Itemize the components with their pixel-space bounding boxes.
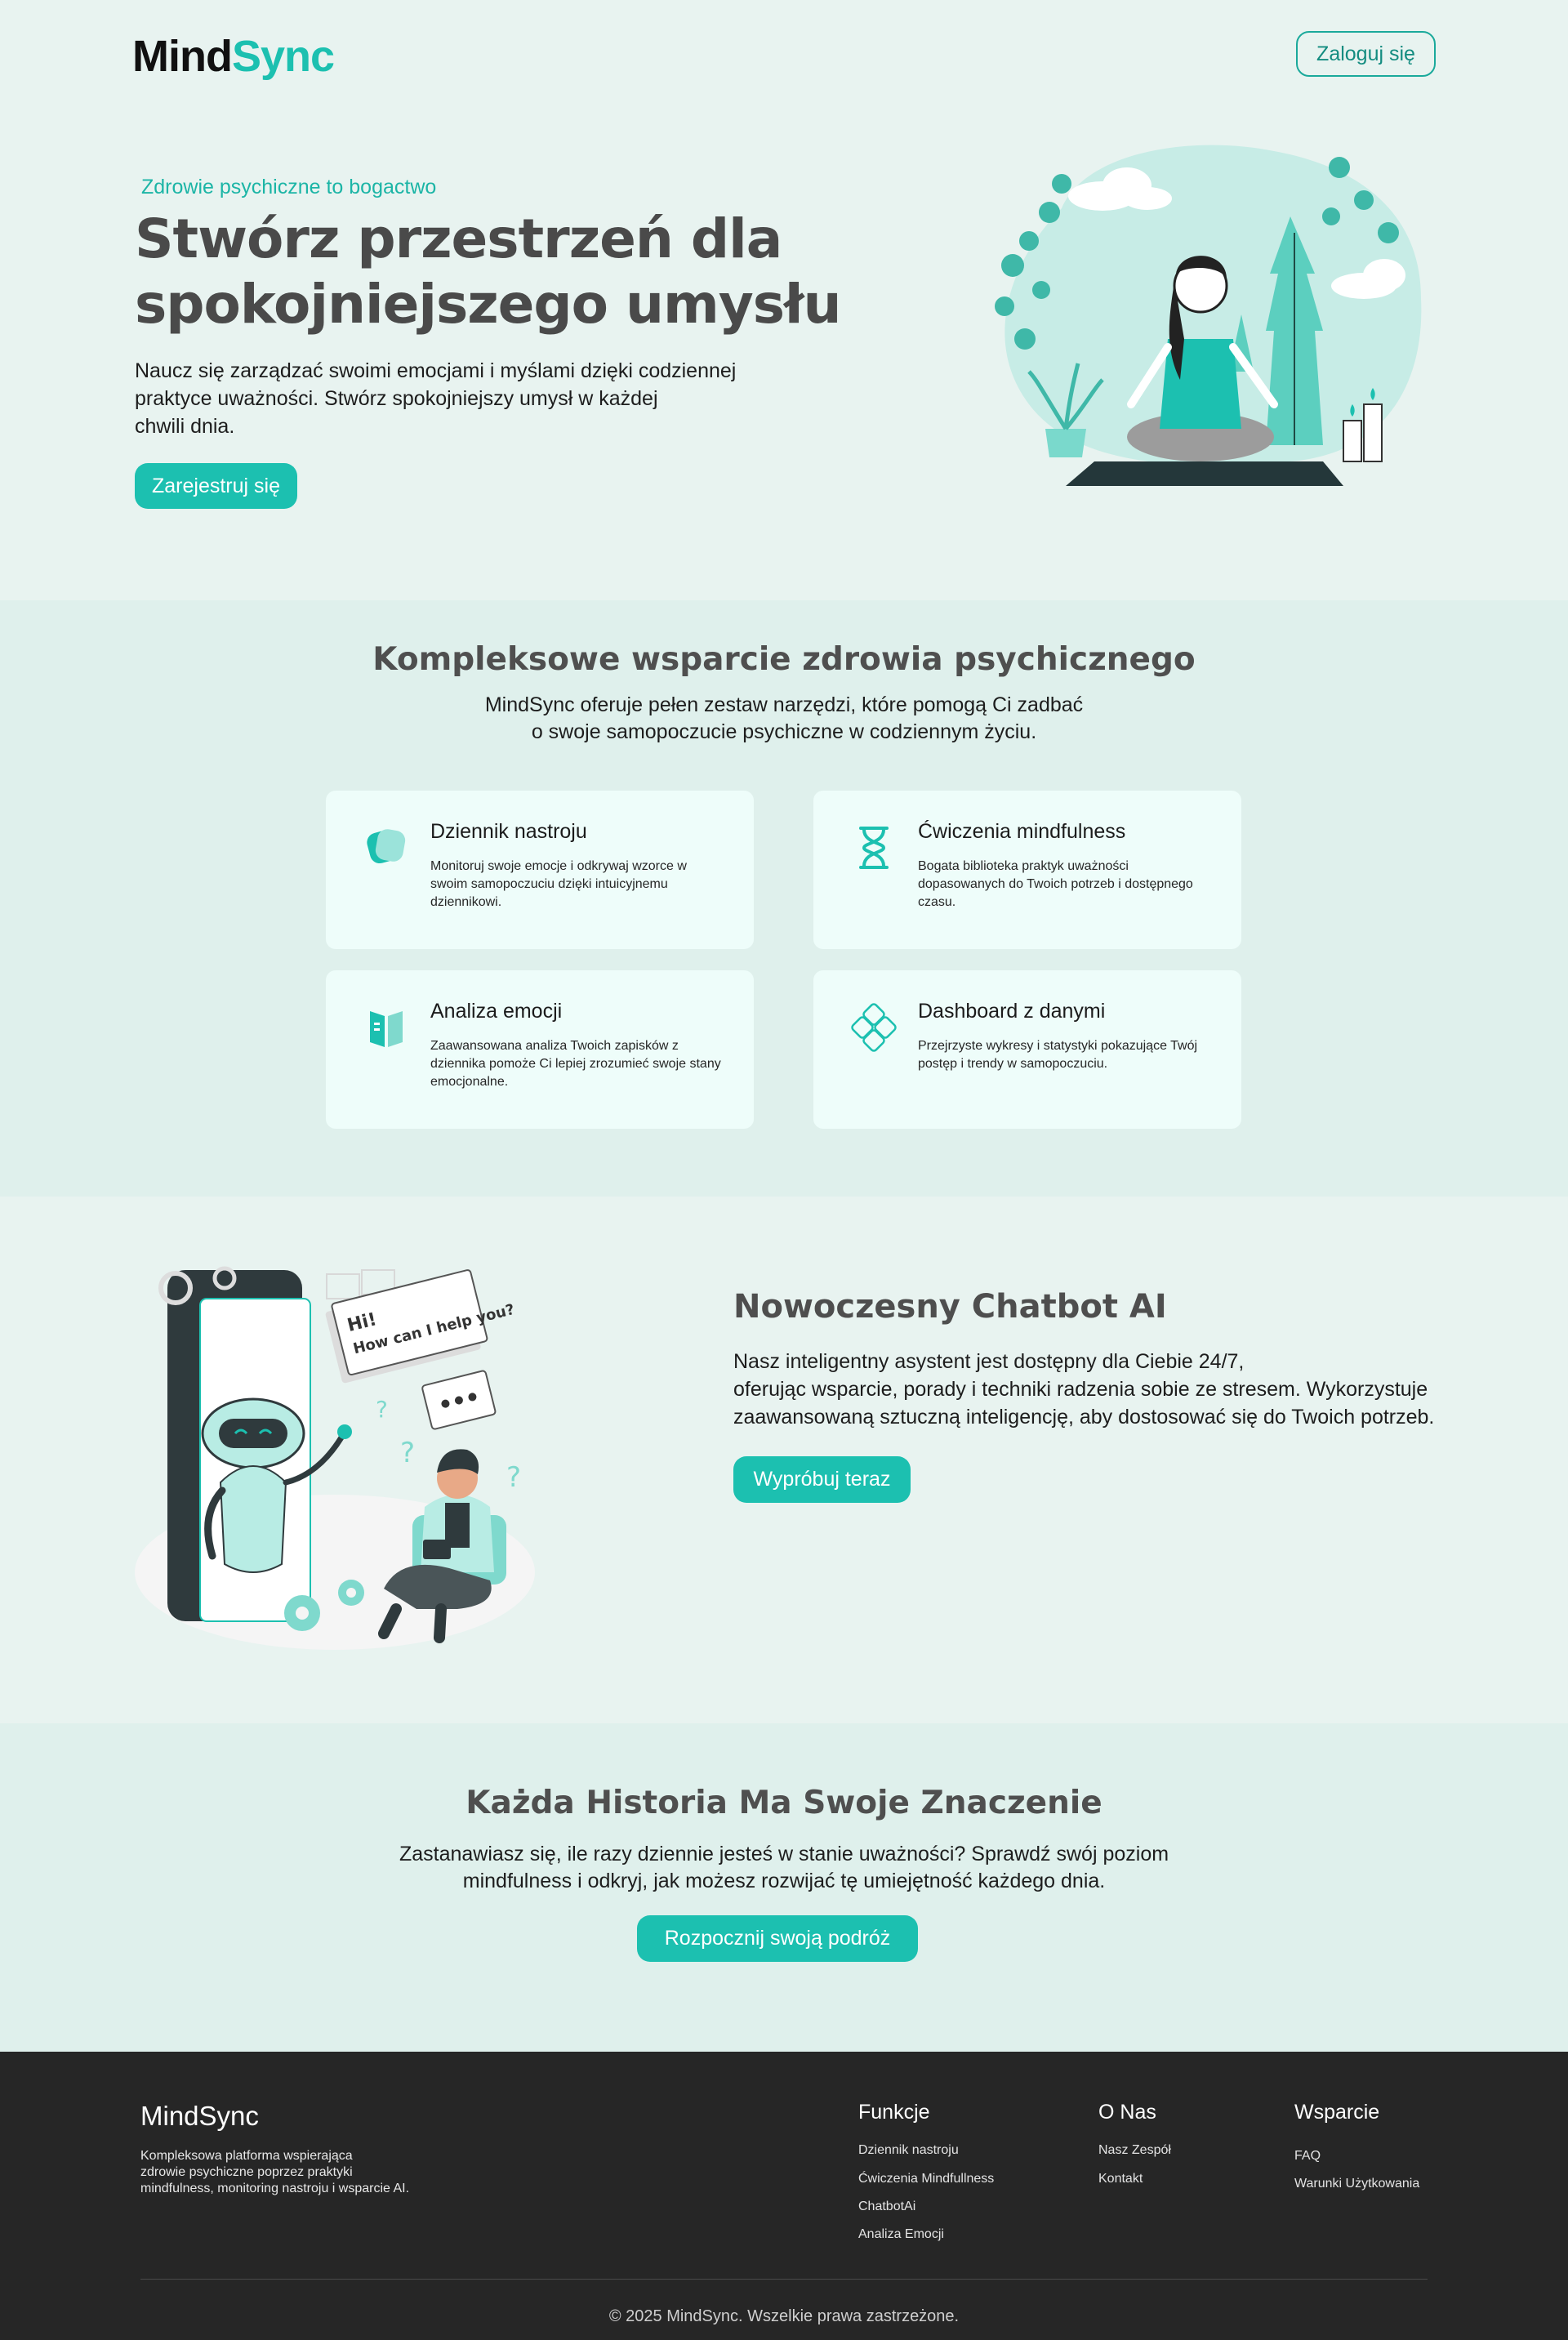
footer-link-chatbot[interactable]: ChatbotAi xyxy=(858,2200,915,2214)
footer-link-mood-journal[interactable]: Dziennik nastroju xyxy=(858,2143,959,2158)
footer-copyright: © 2025 MindSync. Wszelkie prawa zastrzeż… xyxy=(608,2307,960,2325)
hourglass-icon xyxy=(859,827,889,869)
features-subtitle: MindSync oferuje pełen zestaw narzędzi, … xyxy=(457,692,1111,746)
feature-card-desc: Bogata biblioteka praktyk uważności dopa… xyxy=(918,859,1193,909)
book-icon xyxy=(370,1011,403,1047)
svg-text:?: ? xyxy=(400,1437,415,1469)
hero-tagline: Zdrowie psychiczne to bogactwo xyxy=(141,176,437,198)
footer-divider xyxy=(140,2279,1428,2280)
hero-description: Naucz się zarządzać swoimi emocjami i my… xyxy=(135,357,755,440)
footer-desc-line2: zdrowie psychiczne poprzez praktyki xyxy=(140,2165,353,2179)
svg-text:?: ? xyxy=(376,1396,388,1423)
site-footer: MindSync Kompleksowa platforma wspierają… xyxy=(0,2052,1568,2340)
mood-journal-icon xyxy=(367,829,406,864)
feature-card-mindfulness[interactable]: Ćwiczenia mindfulness Bogata biblioteka … xyxy=(813,791,1241,949)
features-section: Kompleksowe wsparcie zdrowia psychiczneg… xyxy=(0,600,1568,1197)
footer-col-title-support: Wsparcie xyxy=(1294,2101,1380,2124)
story-title: Każda Historia Ma Swoje Znaczenie xyxy=(466,1785,1102,1821)
footer-link-team[interactable]: Nasz Zespół xyxy=(1098,2143,1171,2158)
footer-description: Kompleksowa platforma wspierająca zdrowi… xyxy=(140,2148,451,2197)
meditation-illustration xyxy=(995,145,1422,486)
logo[interactable]: MindSync xyxy=(132,31,335,82)
footer-col-title-features: Funkcje xyxy=(858,2101,930,2124)
feature-card-title: Analiza emocji xyxy=(430,1000,563,1023)
chatbot-description: Nasz inteligentny asystent jest dostępny… xyxy=(733,1348,1452,1431)
footer-brand[interactable]: MindSync xyxy=(140,2101,259,2132)
register-button[interactable]: Zarejestruj się xyxy=(135,463,297,509)
feature-card-title: Ćwiczenia mindfulness xyxy=(918,820,1126,843)
try-now-button[interactable]: Wypróbuj teraz xyxy=(733,1456,911,1503)
feature-card-desc: Przejrzyste wykresy i statystyki pokazuj… xyxy=(918,1039,1198,1071)
story-subtitle-line2: mindfulness i odkryj, jak możesz rozwija… xyxy=(462,1870,1106,1892)
footer-link-emotion-analysis[interactable]: Analiza Emocji xyxy=(858,2227,944,2242)
hero-desc-line1: Naucz się zarządzać swoimi emocjami i my… xyxy=(135,359,737,382)
footer-link-faq[interactable]: FAQ xyxy=(1294,2149,1321,2164)
login-button[interactable]: Zaloguj się xyxy=(1296,31,1436,77)
chatbot-title: Nowoczesny Chatbot AI xyxy=(733,1288,1167,1326)
feature-card-title: Dashboard z danymi xyxy=(918,1000,1106,1023)
hero-section: Zdrowie psychiczne to bogactwo Stwórz pr… xyxy=(0,110,1568,600)
features-subtitle-line2: o swoje samopoczucie psychiczne w codzie… xyxy=(531,720,1037,743)
hero-desc-line3: chwili dnia. xyxy=(135,415,235,438)
chatbot-desc-line2: oferując wsparcie, porady i techniki rad… xyxy=(733,1378,1428,1401)
hero-title: Stwórz przestrzeń dla spokojniejszego um… xyxy=(135,207,870,337)
footer-link-terms[interactable]: Warunki Użytkowania xyxy=(1294,2177,1419,2191)
feature-card-title: Dziennik nastroju xyxy=(430,820,587,843)
chatbot-desc-line1: Nasz inteligentny asystent jest dostępny… xyxy=(733,1350,1245,1373)
hero-title-line1: Stwórz przestrzeń dla xyxy=(135,207,782,270)
feature-card-mood-journal[interactable]: Dziennik nastroju Monitoruj swoje emocje… xyxy=(326,791,754,949)
hero-title-line2: spokojniejszego umysłu xyxy=(135,273,842,336)
logo-sync: Sync xyxy=(231,32,335,81)
feature-card-emotion-analysis[interactable]: Analiza emocji Zaawansowana analiza Twoi… xyxy=(326,970,754,1129)
feature-card-desc: Monitoruj swoje emocje i odkrywaj wzorce… xyxy=(430,859,687,909)
logo-mind: Mind xyxy=(132,32,233,81)
story-section: Każda Historia Ma Swoje Znaczenie Zastan… xyxy=(0,1723,1568,2052)
chatbot-desc-line3: zaawansowaną sztuczną inteligencję, aby … xyxy=(733,1406,1435,1429)
footer-desc-line1: Kompleksowa platforma wspierająca xyxy=(140,2149,353,2163)
footer-link-contact[interactable]: Kontakt xyxy=(1098,2172,1143,2186)
chatbot-section: Hi! How can I help you? ? ? ? Nowoczesny… xyxy=(0,1197,1568,1723)
svg-text:?: ? xyxy=(506,1461,521,1494)
dashboard-diamond-icon xyxy=(851,1003,897,1052)
site-header: MindSync Zaloguj się xyxy=(0,0,1568,110)
story-subtitle-line1: Zastanawiasz się, ile razy dziennie jest… xyxy=(399,1843,1169,1865)
hero-desc-line2: praktyce uważności. Stwórz spokojniejszy… xyxy=(135,387,658,410)
footer-desc-line3: mindfulness, monitoring nastroju i wspar… xyxy=(140,2182,410,2195)
story-subtitle: Zastanawiasz się, ile razy dziennie jest… xyxy=(376,1841,1192,1895)
chatbot-illustration: Hi! How can I help you? ? ? ? xyxy=(135,1266,535,1650)
footer-link-mindfulness[interactable]: Ćwiczenia Mindfullness xyxy=(858,2172,994,2186)
features-title: Kompleksowe wsparcie zdrowia psychiczneg… xyxy=(372,641,1196,678)
feature-card-dashboard[interactable]: Dashboard z danymi Przejrzyste wykresy i… xyxy=(813,970,1241,1129)
feature-card-desc: Zaawansowana analiza Twoich zapisków z d… xyxy=(430,1039,721,1089)
footer-col-title-about: O Nas xyxy=(1098,2101,1156,2124)
features-subtitle-line1: MindSync oferuje pełen zestaw narzędzi, … xyxy=(484,693,1084,716)
start-journey-button[interactable]: Rozpocznij swoją podróż xyxy=(637,1915,918,1962)
